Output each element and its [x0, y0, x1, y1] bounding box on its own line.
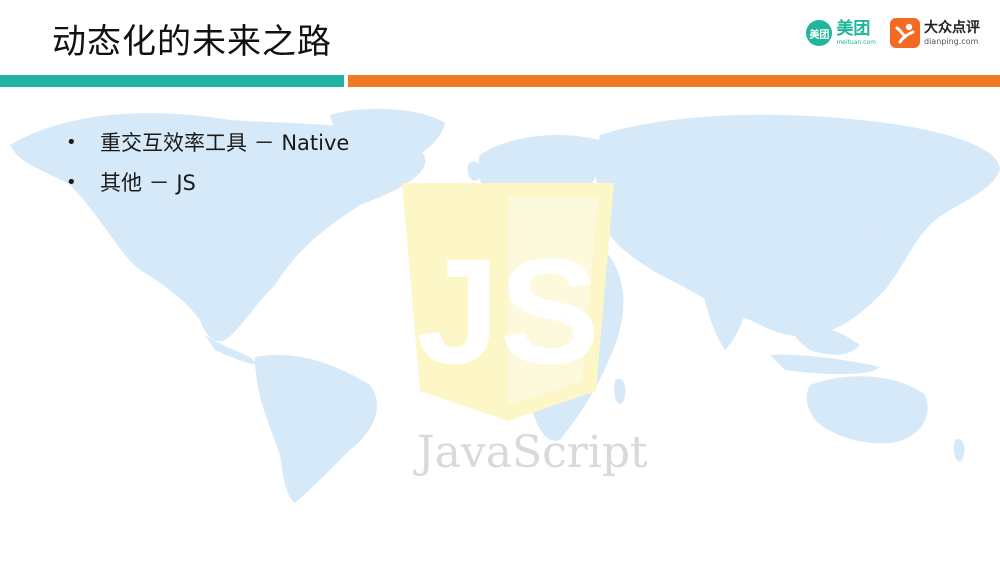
title-divider-orange: [348, 75, 1000, 87]
javascript-caption: JavaScript: [417, 427, 648, 478]
bullet-text: 重交互效率工具 － Native: [100, 131, 350, 155]
bullet-dot-icon: •: [66, 171, 77, 193]
meituan-badge-icon: 美团: [806, 20, 833, 46]
new-zealand-shape: [953, 438, 965, 462]
india-shape: [700, 273, 750, 350]
meituan-logo: 美团 美团 meituan.com: [806, 20, 876, 46]
slide-title: 动态化的未来之路: [52, 22, 332, 62]
bullet-item: • 重交互效率工具 － Native: [66, 122, 349, 162]
dianping-badge-icon: [890, 18, 920, 48]
meituan-name: 美团: [836, 18, 871, 39]
asia-shape: [595, 114, 1000, 337]
south-america-shape: [255, 354, 378, 503]
dianping-domain: dianping.com: [924, 36, 979, 46]
indonesia-shape: [770, 354, 880, 375]
javascript-shield-icon: JS: [402, 183, 614, 421]
australia-shape: [806, 376, 928, 444]
svg-text:JS: JS: [416, 227, 599, 395]
brand-logos: 美团 美团 meituan.com 大众点评 dianping.com: [806, 18, 980, 48]
bullet-text: 其他 － JS: [100, 171, 196, 195]
southeast-asia-shape: [790, 323, 860, 355]
dianping-name: 大众点评: [924, 19, 980, 36]
bullet-list: • 重交互效率工具 － Native • 其他 － JS: [66, 122, 349, 202]
bullet-dot-icon: •: [66, 131, 77, 153]
madagascar-shape: [614, 378, 626, 404]
meituan-domain: meituan.com: [836, 38, 876, 46]
central-america-shape: [205, 335, 258, 365]
title-divider-teal: [0, 75, 344, 87]
slide: JS JavaScript 动态化的未来之路 美团 美团 meituan.com…: [0, 0, 1000, 563]
dianping-logo: 大众点评 dianping.com: [890, 18, 980, 48]
bullet-item: • 其他 － JS: [66, 162, 349, 202]
